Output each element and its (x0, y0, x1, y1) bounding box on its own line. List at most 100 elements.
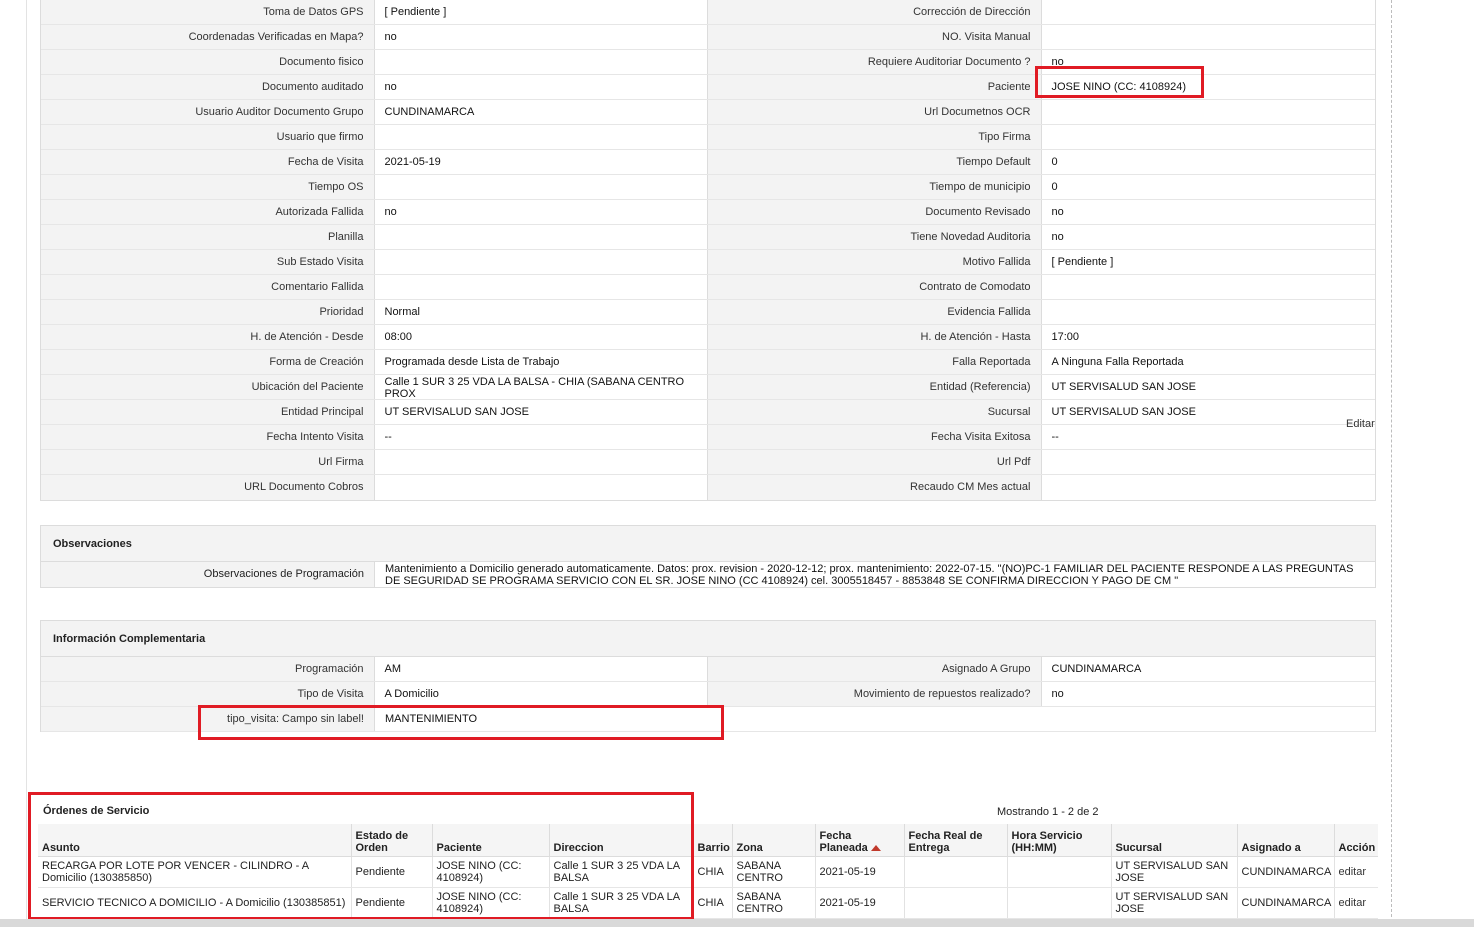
field-label: Contrato de Comodato (708, 275, 1042, 299)
column-header[interactable]: Barrio (693, 824, 733, 857)
detail-row: Autorizada Fallida no Documento Revisado no (41, 200, 1375, 225)
field-value: A Ninguna Falla Reportada (1041, 350, 1375, 374)
field-label: Falla Reportada (708, 350, 1042, 374)
field-value: UT SERVISALUD SAN JOSE (374, 400, 708, 424)
field-label: Tiene Novedad Auditoria (708, 225, 1042, 249)
column-header-label: Hora Servicio (HH:MM) (1011, 829, 1083, 854)
horizontal-scrollbar[interactable] (0, 919, 1474, 927)
field-value (374, 175, 708, 199)
field-value: 0 (1041, 175, 1375, 199)
field-value: no (1041, 682, 1375, 706)
field-label: Toma de Datos GPS (41, 0, 375, 24)
field-label: Movimiento de repuestos realizado? (708, 682, 1042, 706)
column-header[interactable]: Fecha Planeada (815, 824, 905, 857)
column-header-label: Acción (1338, 841, 1376, 854)
field-value: CUNDINAMARCA (374, 100, 708, 124)
table-cell (1007, 887, 1112, 919)
column-header-label: Barrio (697, 841, 730, 854)
field-value: no (374, 75, 708, 99)
field-value: 0 (1041, 150, 1375, 174)
field-label: Url Pdf (708, 450, 1042, 474)
field-value: -- (374, 425, 708, 449)
field-label: Fecha Intento Visita (41, 425, 375, 449)
detail-row: H. de Atención - Desde 08:00 H. de Atenció… (41, 325, 1375, 350)
editar-order-link[interactable]: editar (1334, 856, 1378, 888)
field-value: no (374, 25, 708, 49)
column-header[interactable]: Zona (732, 824, 816, 857)
field-label: Tipo de Visita (41, 682, 375, 706)
detail-row: Coordenadas Verificadas en Mapa? no NO. Vi… (41, 25, 1375, 50)
table-cell: 2021-05-19 (815, 887, 905, 919)
field-label: Forma de Creación (41, 350, 375, 374)
field-label: Fecha de Visita (41, 150, 375, 174)
field-value: [ Pendiente ] (1041, 250, 1375, 274)
sort-ascending-icon[interactable] (870, 844, 881, 851)
field-label: Usuario que firmo (41, 125, 375, 149)
field-label: NO. Visita Manual (708, 25, 1042, 49)
editar-link[interactable]: Editar (1346, 418, 1375, 430)
field-value (374, 250, 708, 274)
column-header-label: Fecha Real de Entrega (908, 829, 983, 854)
field-label: Url Firma (41, 450, 375, 474)
detail-row: Usuario que firmo Tipo Firma (41, 125, 1375, 150)
field-value (374, 475, 708, 500)
table-cell (1007, 856, 1112, 888)
field-label: Url Documetnos OCR (708, 100, 1042, 124)
column-header[interactable]: Hora Servicio (HH:MM) (1007, 824, 1112, 857)
highlight-ordenes (28, 792, 694, 920)
field-value (1041, 0, 1375, 24)
field-label: Programación (41, 657, 375, 681)
highlight-paciente (1035, 66, 1204, 98)
field-value (1041, 300, 1375, 324)
field-value: Programada desde Lista de Trabajo (374, 350, 708, 374)
right-dashed-divider (1391, 0, 1392, 927)
detail-row: Forma de Creación Programada desde Lista … (41, 350, 1375, 375)
field-label: URL Documento Cobros (41, 475, 375, 500)
field-value: Calle 1 SUR 3 25 VDA LA BALSA - CHIA (SA… (374, 375, 708, 399)
observaciones-value: Mantenimiento a Domicilio generado autom… (385, 563, 1354, 587)
table-cell (904, 856, 1008, 888)
complementaria-row: Tipo de Visita A Domicilio Movimiento de r… (41, 682, 1375, 707)
highlight-tipo-visita (198, 705, 724, 740)
detail-row: Comentario Fallida Contrato de Comodato (41, 275, 1375, 300)
field-value: no (1041, 200, 1375, 224)
field-label: Paciente (708, 75, 1042, 99)
editar-order-link[interactable]: editar (1334, 887, 1378, 919)
field-label: Motivo Fallida (708, 250, 1042, 274)
field-label: Documento fisico (41, 50, 375, 74)
detail-row: Planilla Tiene Novedad Auditoria no (41, 225, 1375, 250)
field-label: H. de Atención - Hasta (708, 325, 1042, 349)
field-label: Tiempo Default (708, 150, 1042, 174)
column-header[interactable]: Sucursal (1111, 824, 1238, 857)
column-header[interactable]: Fecha Real de Entrega (904, 824, 1008, 857)
field-value (1041, 275, 1375, 299)
column-header-label: Fecha Planeada (819, 829, 868, 854)
field-label: Documento auditado (41, 75, 375, 99)
detail-row: Fecha de Visita 2021-05-19 Tiempo Default 0 (41, 150, 1375, 175)
table-cell: CUNDINAMARCA (1237, 887, 1335, 919)
detail-row: Toma de Datos GPS[ Pendiente ] Corrección… (41, 0, 1375, 25)
table-cell: CHIA (693, 856, 733, 888)
field-label: Ubicación del Paciente (41, 375, 375, 399)
field-value: 2021-05-19 (374, 150, 708, 174)
field-label: Tiempo OS (41, 175, 375, 199)
detail-row: Tiempo OS Tiempo de municipio 0 (41, 175, 1375, 200)
field-value: 08:00 (374, 325, 708, 349)
field-label: Tipo Firma (708, 125, 1042, 149)
table-cell: CHIA (693, 887, 733, 919)
left-border-line (26, 0, 27, 927)
detail-row: Usuario Auditor Documento Grupo CUNDINAMA… (41, 100, 1375, 125)
field-label: Sub Estado Visita (41, 250, 375, 274)
detail-row: Fecha Intento Visita -- Fecha Visita Exito… (41, 425, 1375, 450)
observaciones-label: Observaciones de Programación (41, 562, 375, 587)
column-header[interactable]: Acción (1334, 824, 1378, 857)
detail-row: Url Firma Url Pdf (41, 450, 1375, 475)
table-cell: UT SERVISALUD SAN JOSE (1111, 887, 1238, 919)
field-label: H. de Atención - Desde (41, 325, 375, 349)
column-header[interactable]: Asignado a (1237, 824, 1335, 857)
field-value (1041, 25, 1375, 49)
column-header-label: Sucursal (1115, 841, 1162, 854)
field-label: Tiempo de municipio (708, 175, 1042, 199)
field-value: A Domicilio (374, 682, 708, 706)
field-label: Prioridad (41, 300, 375, 324)
